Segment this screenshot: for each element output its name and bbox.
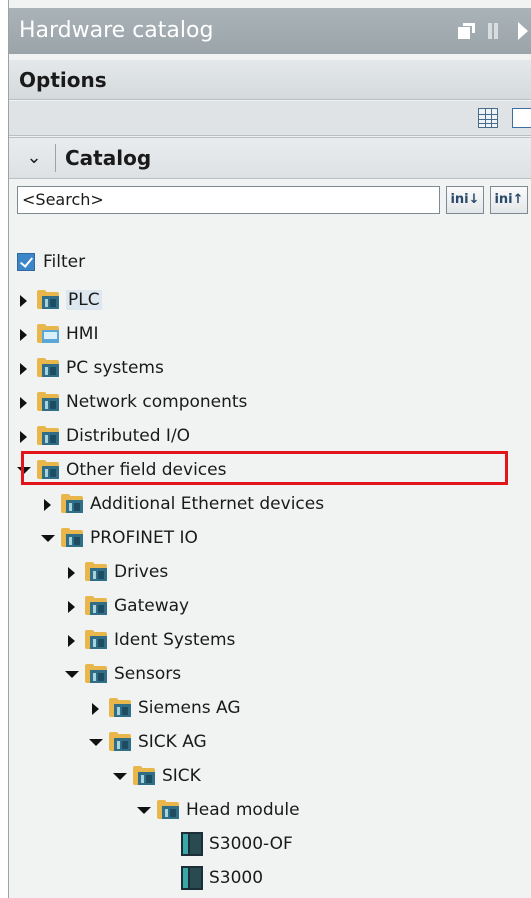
tree-folder-item[interactable]: PROFINET IO [41, 521, 198, 555]
expand-open-icon[interactable] [137, 803, 151, 817]
options-toolbar [9, 101, 531, 136]
expand-closed-icon[interactable] [41, 497, 55, 511]
expand-closed-icon[interactable] [89, 701, 103, 715]
folder-icon [37, 358, 61, 378]
tree-item-label: Distributed I/O [66, 426, 191, 446]
tree-item-label: S3000 [209, 868, 264, 888]
tree-item-label: Gateway [114, 596, 190, 616]
search-down-button[interactable]: ini↓ [446, 186, 484, 214]
chevron-down-icon[interactable]: ⌄ [19, 138, 49, 178]
tree-folder-item[interactable]: Gateway [65, 589, 189, 623]
expand-closed-icon[interactable] [65, 633, 79, 647]
tree-folder-item[interactable]: Distributed I/O [17, 419, 190, 453]
search-up-button[interactable]: ini↑ [490, 186, 528, 214]
tree-item-label: SICK [162, 766, 201, 786]
folder-icon [85, 596, 109, 616]
panel-title-bar: Hardware catalog [9, 8, 531, 54]
tree-folder-item[interactable]: Ident Systems [65, 623, 235, 657]
tree-item-label: S3000-OF [209, 834, 293, 854]
folder-icon [61, 494, 85, 514]
hmi-folder-icon [37, 324, 61, 344]
hardware-catalog-panel: Hardware catalog Options ⌄ Catalog <Sear… [8, 0, 531, 898]
folder-icon [109, 732, 133, 752]
tree-folder-item[interactable]: Head module [137, 793, 300, 827]
catalog-section-header[interactable]: ⌄ Catalog [9, 137, 531, 179]
tree-item-label: PC systems [66, 358, 164, 378]
tree-item-label: Sensors [114, 664, 182, 684]
expand-closed-icon[interactable] [17, 327, 31, 341]
expand-closed-icon[interactable] [17, 395, 31, 409]
expand-closed-icon[interactable] [65, 565, 79, 579]
tree-item-label: SICK AG [138, 732, 207, 752]
tree-item-label: Drives [114, 562, 169, 582]
tree-folder-item[interactable]: Sensors [65, 657, 181, 691]
tree-device-item[interactable]: S3000-OF [161, 827, 293, 861]
window-view-icon[interactable] [512, 108, 531, 128]
tree-item-label: Head module [186, 800, 300, 820]
tree-folder-item[interactable]: PLC [17, 283, 102, 317]
tree-item-label: PLC [66, 290, 102, 310]
expand-open-icon[interactable] [41, 531, 55, 545]
expand-open-icon[interactable] [113, 769, 127, 783]
title-controls [458, 8, 528, 54]
filter-checkbox[interactable] [17, 253, 35, 271]
folder-icon [37, 426, 61, 446]
device-icon [181, 866, 203, 890]
search-input[interactable]: <Search> [17, 186, 440, 214]
tree-folder-item[interactable]: HMI [17, 317, 98, 351]
tree-item-label: Network components [66, 392, 248, 412]
tree-folder-item[interactable]: Additional Ethernet devices [41, 487, 324, 521]
tree-folder-item[interactable]: Siemens AG [89, 691, 241, 725]
folder-icon [37, 290, 61, 310]
expand-closed-icon[interactable] [65, 599, 79, 613]
options-section-header[interactable]: Options [9, 60, 531, 100]
folder-icon [109, 698, 133, 718]
folder-icon [85, 562, 109, 582]
filter-label: Filter [43, 252, 86, 272]
expand-closed-icon[interactable] [17, 361, 31, 375]
tree-item-label: HMI [66, 324, 99, 344]
table-view-icon[interactable] [478, 108, 498, 128]
tree-folder-item[interactable]: PC systems [17, 351, 164, 385]
options-label: Options [19, 68, 107, 92]
header-divider [55, 144, 56, 172]
tree-folder-item[interactable]: SICK AG [89, 725, 207, 759]
device-icon [181, 832, 203, 856]
tree-item-label: PROFINET IO [90, 528, 198, 548]
folder-icon [85, 630, 109, 650]
folder-icon [157, 800, 181, 820]
panel-title: Hardware catalog [19, 18, 214, 43]
tree-item-label: Ident Systems [114, 630, 236, 650]
tree-folder-item[interactable]: SICK [113, 759, 201, 793]
tree-item-label: Additional Ethernet devices [90, 494, 325, 514]
highlight-box [21, 451, 508, 485]
expand-open-icon[interactable] [89, 735, 103, 749]
collapse-arrow-icon[interactable] [518, 22, 528, 40]
folder-icon [85, 664, 109, 684]
expand-closed-icon[interactable] [17, 293, 31, 307]
tree-device-item[interactable]: S3000 [161, 861, 263, 895]
float-window-icon[interactable] [458, 23, 476, 39]
folder-icon [37, 392, 61, 412]
folder-icon [61, 528, 85, 548]
tree-folder-item[interactable]: Drives [65, 555, 168, 589]
layout-columns-icon[interactable] [488, 23, 506, 39]
filter-checkbox-row[interactable]: Filter [17, 249, 85, 275]
expand-closed-icon[interactable] [17, 429, 31, 443]
catalog-label: Catalog [65, 146, 152, 170]
tree-item-label: Siemens AG [138, 698, 241, 718]
tree-folder-item[interactable]: Network components [17, 385, 247, 419]
expand-open-icon[interactable] [65, 667, 79, 681]
folder-icon [133, 766, 157, 786]
